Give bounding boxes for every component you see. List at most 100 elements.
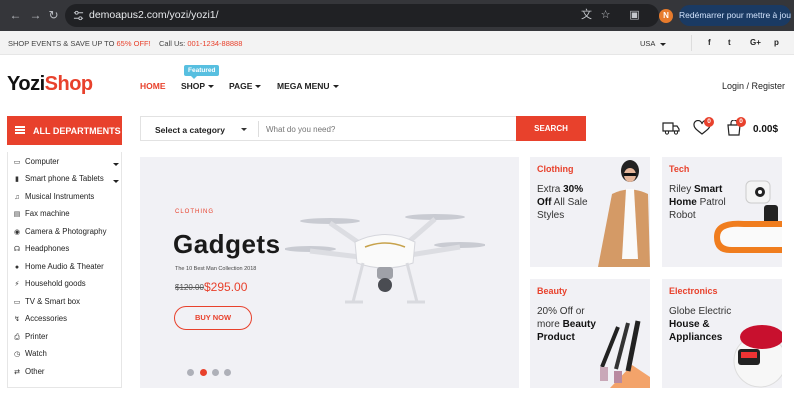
site-logo[interactable]: YoziShop: [7, 73, 93, 96]
chevron-down-icon: [332, 85, 339, 89]
forward-icon[interactable]: →: [29, 9, 42, 22]
translate-icon[interactable]: 文: [580, 9, 593, 22]
menu-mega-menu[interactable]: MEGA MENU: [277, 81, 339, 91]
card-electronics[interactable]: Electronics Globe Electric House & Applian…: [662, 279, 782, 388]
tv-icon: ▭: [13, 299, 21, 306]
menu-icon: [15, 126, 25, 134]
menu-page[interactable]: PAGE: [229, 81, 262, 91]
wishlist-count-badge: 0: [704, 117, 714, 127]
facebook-icon[interactable]: f: [708, 38, 711, 47]
card-tech[interactable]: Tech Riley Smart Home Patrol Robot: [662, 157, 782, 267]
list-item[interactable]: ◷ Watch: [12, 349, 47, 358]
list-item[interactable]: ⇄ Other: [12, 367, 44, 376]
slide-dot-2[interactable]: [200, 369, 207, 376]
category-select[interactable]: Select a category: [155, 125, 225, 135]
reload-icon[interactable]: ↻: [47, 9, 60, 22]
search-input[interactable]: [266, 121, 511, 137]
hero-kicker: CLOTHING: [175, 209, 215, 215]
list-item[interactable]: ▤ Fax machine: [12, 209, 70, 218]
chevron-down-icon: [241, 128, 247, 131]
browser-toolbar: ← → ↻ demoapus2.com/yozi/yozi1/ 文 ☆ ▣ N …: [0, 0, 794, 31]
profile-avatar[interactable]: N: [659, 9, 673, 23]
model-image: [598, 160, 650, 267]
card-desc: Globe Electric House & Appliances: [669, 306, 732, 343]
slide-dot-1[interactable]: [187, 369, 194, 376]
list-item[interactable]: ⚡ Household goods: [12, 279, 86, 288]
extensions-icon[interactable]: ▣: [628, 9, 641, 22]
microphone-icon: ●: [14, 264, 20, 271]
phone-icon: ▮: [15, 176, 19, 183]
hero-title: Gadgets: [173, 229, 281, 259]
list-item[interactable]: ● Home Audio & Theater: [12, 262, 104, 271]
promo-text: SHOP EVENTS & SAVE UP TO 65% OFF!: [8, 39, 151, 48]
list-item[interactable]: ☊ Headphones: [12, 244, 69, 253]
hero-slider: CLOTHING Gadgets The 10 Best Man Collect…: [140, 157, 519, 388]
camera-icon: ◉: [13, 229, 21, 236]
chevron-down-icon: [255, 85, 262, 89]
restart-button[interactable]: Redémarrer pour mettre à jour: [679, 5, 791, 26]
featured-badge: Featured: [184, 65, 220, 79]
shuffle-icon: ⇄: [14, 369, 20, 376]
card-title: Electronics: [669, 286, 718, 296]
call-us: Call Us: 001-1234-88888: [159, 39, 243, 48]
rice-cooker-image: [733, 325, 782, 388]
list-item[interactable]: ⎙ Printer: [12, 332, 48, 342]
pinterest-icon[interactable]: p: [774, 38, 779, 47]
menu-shop[interactable]: SHOP: [181, 81, 215, 91]
makeup-brushes-image: [600, 320, 650, 388]
list-item[interactable]: ▮ Smart phone & Tablets: [12, 174, 104, 183]
chevron-down-icon: [208, 85, 215, 89]
card-clothing[interactable]: Clothing Extra 30% Off All Sale Styles: [530, 157, 650, 267]
slide-dot-3[interactable]: [212, 369, 219, 376]
card-desc: Extra 30% Off All Sale Styles: [537, 184, 588, 221]
site-settings-icon[interactable]: [73, 10, 84, 21]
country-selector[interactable]: USA: [640, 39, 667, 48]
twitter-icon[interactable]: t: [728, 38, 731, 47]
card-title: Tech: [669, 164, 690, 174]
search-button[interactable]: SEARCH: [516, 116, 586, 141]
search-bar: Select a category SEARCH: [140, 116, 586, 141]
clock-icon: ◷: [13, 351, 21, 358]
phone-number[interactable]: 001-1234-88888: [187, 39, 242, 48]
divider: [258, 121, 259, 137]
card-desc: 20% Off or more Beauty Product: [537, 306, 596, 343]
list-item[interactable]: ↯ Accessories: [12, 314, 67, 323]
card-beauty[interactable]: Beauty 20% Off or more Beauty Product: [530, 279, 650, 388]
top-bar: SHOP EVENTS & SAVE UP TO 65% OFF! Call U…: [0, 31, 794, 55]
chevron-down-icon: [660, 42, 667, 46]
list-item[interactable]: ◉ Camera & Photography: [12, 227, 107, 236]
hero-subtitle: The 10 Best Man Collection 2018: [175, 266, 257, 272]
old-price: $120.00: [175, 283, 204, 292]
all-departments-button[interactable]: ALL DEPARTMENTS: [7, 116, 122, 145]
cart-total[interactable]: 0.00$: [753, 124, 778, 135]
headphones-icon: ☊: [13, 246, 21, 253]
slide-dot-4[interactable]: [224, 369, 231, 376]
menu-home[interactable]: HOME: [140, 81, 166, 91]
robot-image: [714, 180, 782, 253]
bolt-icon: ↯: [14, 316, 20, 323]
drone-image: [285, 214, 485, 304]
chevron-down-icon[interactable]: [113, 163, 119, 166]
divider: [691, 35, 692, 51]
chevron-down-icon[interactable]: [113, 180, 119, 183]
back-icon[interactable]: ←: [9, 9, 22, 22]
card-title: Clothing: [537, 164, 574, 174]
music-icon: ♫: [14, 194, 20, 201]
google-plus-icon[interactable]: G+: [750, 38, 761, 47]
address-bar[interactable]: demoapus2.com/yozi/yozi1/: [65, 4, 659, 27]
computer-icon: ▭: [13, 159, 21, 166]
promo-highlight: 65% OFF!: [116, 39, 151, 48]
plug-icon: ⚡: [14, 281, 20, 288]
star-icon[interactable]: ☆: [599, 9, 612, 22]
buy-now-button[interactable]: BUY NOW: [174, 306, 252, 330]
list-item[interactable]: ▭ Computer: [12, 157, 60, 166]
printer-icon: ⎙: [14, 334, 20, 341]
departments-list: ▭ Computer ▮ Smart phone & Tablets ♫ Musica…: [7, 152, 122, 388]
card-title: Beauty: [537, 286, 568, 296]
url-text: demoapus2.com/yozi/yozi1/: [89, 9, 219, 21]
list-item[interactable]: ♫ Musical Instruments: [12, 192, 94, 201]
new-price: $295.00: [204, 280, 248, 294]
login-register-link[interactable]: Login / Register: [722, 81, 785, 91]
list-item[interactable]: ▭ TV & Smart box: [12, 297, 80, 306]
truck-icon[interactable]: [662, 120, 680, 136]
